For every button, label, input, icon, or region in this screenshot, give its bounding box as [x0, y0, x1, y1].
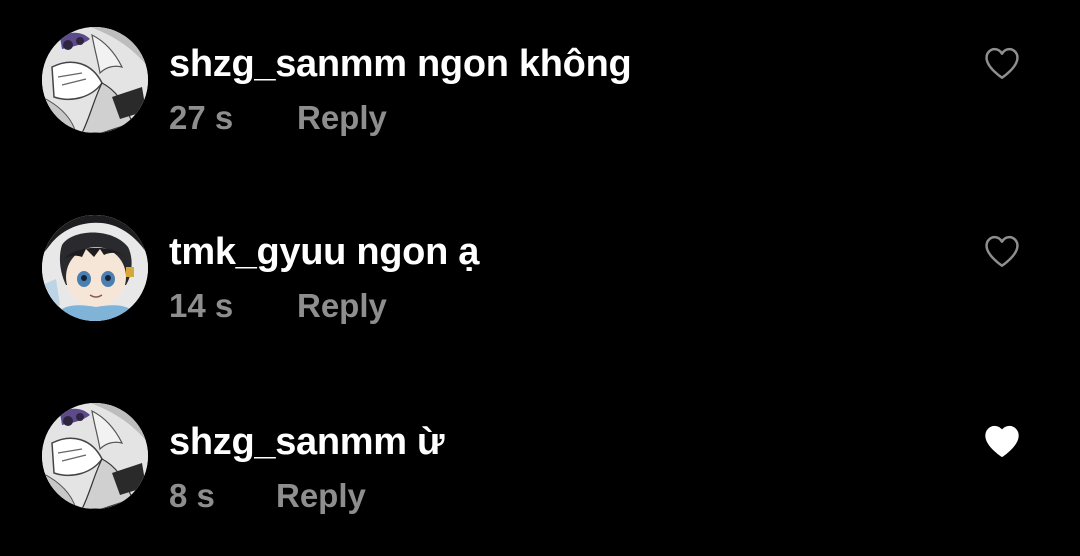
comment-message: ngon ạ	[356, 231, 480, 273]
comment-text: shzg_sanmm ừ	[169, 419, 445, 465]
username[interactable]: shzg_sanmm	[169, 421, 407, 463]
comment-text: shzg_sanmm ngon không	[169, 41, 632, 87]
comment-message: ngon không	[417, 43, 632, 85]
like-button[interactable]	[983, 234, 1021, 268]
avatar[interactable]	[42, 403, 148, 509]
heart-outline-icon	[985, 235, 1019, 267]
avatar-image	[42, 403, 148, 509]
comment-message: ừ	[417, 421, 445, 463]
username[interactable]: tmk_gyuu	[169, 231, 346, 273]
comment-item: tmk_gyuu ngon ạ 14 s Reply	[0, 198, 1080, 324]
avatar[interactable]	[42, 215, 148, 321]
username[interactable]: shzg_sanmm	[169, 43, 407, 85]
timestamp: 8 s	[169, 477, 215, 514]
like-button[interactable]	[983, 46, 1021, 80]
like-button[interactable]	[983, 424, 1021, 458]
comment-item: shzg_sanmm ngon không 27 s Reply	[0, 10, 1080, 136]
comment-text: tmk_gyuu ngon ạ	[169, 229, 479, 275]
comment-meta: 14 s Reply	[169, 286, 387, 326]
comment-item: shzg_sanmm ừ 8 s Reply	[0, 386, 1080, 514]
comment-meta: 27 s Reply	[169, 98, 387, 138]
reply-button[interactable]: Reply	[297, 286, 387, 326]
avatar[interactable]	[42, 27, 148, 133]
timestamp: 27 s	[169, 99, 234, 136]
comment-meta: 8 s Reply	[169, 476, 366, 516]
reply-button[interactable]: Reply	[297, 98, 387, 138]
avatar-image	[42, 27, 148, 133]
heart-filled-icon	[985, 425, 1019, 457]
avatar-image	[42, 215, 148, 321]
timestamp: 14 s	[169, 287, 234, 324]
heart-outline-icon	[985, 47, 1019, 79]
reply-button[interactable]: Reply	[276, 476, 366, 516]
